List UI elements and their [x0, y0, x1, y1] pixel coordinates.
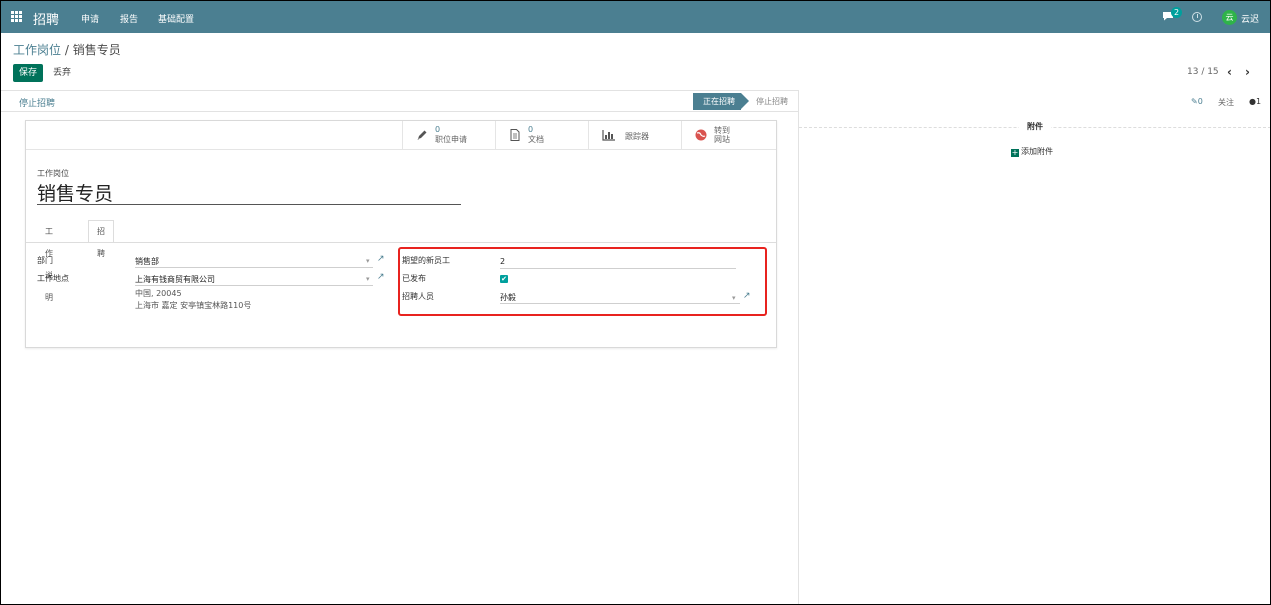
plus-icon: +: [1011, 148, 1019, 157]
top-navbar: 招聘 申请 报告 基础配置 2 云 云迟: [1, 1, 1270, 33]
applications-label: 职位申请: [435, 135, 467, 144]
avatar[interactable]: 云: [1222, 10, 1237, 25]
smart-button-box: 0 职位申请 0 文档 跟踪器 转到 网站: [26, 121, 776, 150]
work-location-underline: [135, 285, 373, 286]
tracker-label: 跟踪器: [625, 132, 649, 141]
tab-divider: [26, 242, 776, 243]
breadcrumb: 工作岗位 / 销售专员: [13, 41, 121, 58]
followers-button[interactable]: ●1: [1249, 97, 1261, 106]
app-window: 招聘 申请 报告 基础配置 2 云 云迟 工作岗位 / 销售专员 保存 丢弃 1…: [1, 1, 1270, 604]
work-location-external-link-icon[interactable]: ↗: [377, 272, 385, 282]
attachments-title-text: 附件: [1019, 122, 1051, 131]
website-button[interactable]: 转到 网站: [681, 121, 776, 150]
published-checkbox[interactable]: ✔: [500, 275, 508, 283]
apps-menu-icon[interactable]: [11, 11, 22, 22]
expected-new-employees-underline: [500, 268, 736, 269]
chat-badge: 2: [1171, 7, 1182, 18]
department-label: 部门: [37, 256, 53, 265]
department-field[interactable]: 销售部: [135, 256, 159, 267]
job-title-underline: [37, 204, 461, 205]
work-location-field[interactable]: 上海有钱商贸有限公司: [135, 274, 215, 285]
form-sheet: 0 职位申请 0 文档 跟踪器 转到 网站 工作岗位 销售专员 工作说明 招聘 …: [25, 120, 777, 348]
department-external-link-icon[interactable]: ↗: [377, 254, 385, 264]
follow-button[interactable]: 关注: [1218, 97, 1234, 108]
discard-button[interactable]: 丢弃: [53, 64, 71, 82]
department-caret-icon[interactable]: ▾: [366, 257, 370, 265]
highlight-box: [398, 247, 767, 316]
pager-value[interactable]: 13 / 15: [1187, 67, 1219, 77]
pager-prev-button[interactable]: ‹: [1227, 65, 1232, 79]
menu-configuration[interactable]: 基础配置: [158, 12, 194, 25]
applications-count: 0: [435, 125, 441, 134]
tab-job-description[interactable]: 工作说明: [36, 220, 62, 302]
recruiter-caret-icon[interactable]: ▾: [732, 294, 736, 302]
documents-count: 0: [528, 125, 534, 134]
expected-new-employees-input[interactable]: 2: [500, 257, 505, 266]
app-title[interactable]: 招聘: [33, 9, 59, 28]
attachments-title: 附件: [799, 121, 1270, 132]
breadcrumb-separator: /: [61, 43, 73, 57]
recruiter-external-link-icon[interactable]: ↗: [743, 291, 751, 301]
chatter-panel: ✎0 关注 ●1 附件 + 添加附件: [798, 90, 1270, 604]
save-button[interactable]: 保存: [13, 64, 44, 82]
website-label-line2: 网站: [714, 135, 730, 144]
address-line-1: 中国, 20045: [135, 289, 182, 298]
add-attachment-button[interactable]: + 添加附件: [1011, 146, 1053, 157]
breadcrumb-current: 销售专员: [72, 43, 121, 57]
recruiter-label: 招聘人员: [402, 292, 434, 301]
recruiter-underline: [500, 303, 740, 304]
attachment-count[interactable]: ✎0: [1191, 97, 1203, 106]
pencil-icon: [417, 130, 427, 140]
documents-label: 文档: [528, 135, 544, 144]
recruiter-field[interactable]: 孙毅: [500, 292, 516, 303]
globe-icon: [695, 129, 707, 141]
tracker-button[interactable]: 跟踪器: [588, 121, 681, 150]
file-icon: [510, 129, 520, 141]
stage-recruiting[interactable]: 正在招聘: [693, 93, 749, 110]
user-name[interactable]: 云迟: [1241, 12, 1259, 25]
activity-clock-icon[interactable]: [1192, 12, 1202, 22]
address-line-2: 上海市 嘉定 安亭镇宝林路110号: [135, 301, 252, 310]
pager-next-button[interactable]: ›: [1245, 65, 1250, 79]
paperclip-icon: ✎: [1191, 97, 1198, 106]
work-location-caret-icon[interactable]: ▾: [366, 275, 370, 283]
menu-applications[interactable]: 申请: [81, 12, 99, 25]
menu-reports[interactable]: 报告: [120, 12, 138, 25]
published-label: 已发布: [402, 274, 426, 283]
tab-recruitment[interactable]: 招聘: [88, 220, 114, 258]
job-title-input[interactable]: 销售专员: [37, 179, 113, 206]
followers-count: 1: [1255, 97, 1262, 106]
breadcrumb-parent[interactable]: 工作岗位: [13, 43, 61, 57]
attachment-count-value: 0: [1197, 97, 1203, 106]
applications-button[interactable]: 0 职位申请: [402, 121, 495, 150]
stop-recruiting-button[interactable]: 停止招聘: [19, 96, 55, 109]
job-position-label: 工作岗位: [37, 169, 69, 178]
work-location-label: 工作地点: [37, 274, 69, 283]
add-attachment-label: 添加附件: [1021, 147, 1053, 156]
user-icon: ●: [1249, 97, 1256, 106]
status-bar: 停止招聘 正在招聘 停止招聘: [1, 90, 798, 112]
expected-new-employees-label: 期望的新员工: [402, 256, 450, 265]
stage-stopped[interactable]: 停止招聘: [756, 96, 788, 107]
department-underline: [135, 267, 373, 268]
documents-button[interactable]: 0 文档: [495, 121, 588, 150]
bar-chart-icon: [602, 130, 615, 141]
